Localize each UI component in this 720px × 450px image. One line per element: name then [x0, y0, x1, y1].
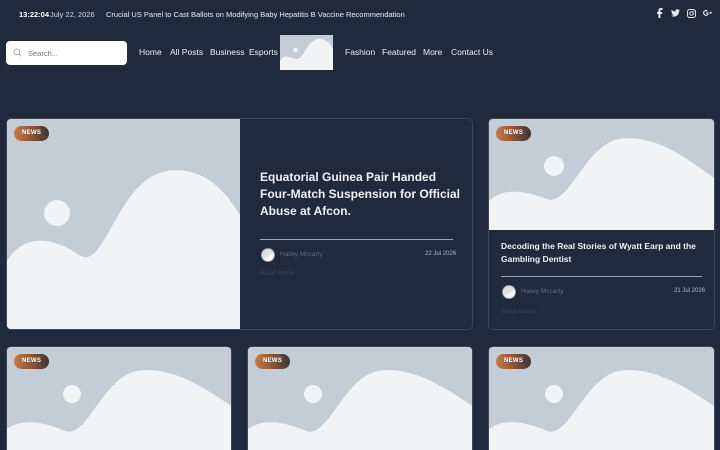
nav-fashion[interactable]: Fashion: [345, 47, 375, 57]
author-avatar: [502, 285, 516, 299]
category-badge[interactable]: NEWS: [496, 354, 532, 369]
post-card[interactable]: NEWS: [6, 346, 232, 450]
author-name[interactable]: Hailey Mccarty: [521, 288, 564, 295]
featured-card[interactable]: NEWS Equatorial Guinea Pair Handed Four-…: [6, 118, 473, 330]
instagram-icon[interactable]: [687, 8, 696, 18]
post-date: 22 Jul 2026: [425, 251, 457, 257]
read-more-link[interactable]: Read Article →: [260, 270, 303, 277]
google-plus-icon[interactable]: [703, 8, 712, 18]
search-input[interactable]: [28, 45, 123, 61]
search-icon: [13, 48, 22, 57]
featured-title[interactable]: Equatorial Guinea Pair Handed Four-Match…: [260, 169, 460, 220]
twitter-icon[interactable]: [671, 8, 680, 18]
post-card[interactable]: NEWS: [247, 346, 473, 450]
current-date: July 22, 2026: [50, 10, 95, 19]
nav-contact-us[interactable]: Contact Us: [451, 47, 493, 57]
social-links: [655, 8, 712, 18]
category-badge[interactable]: NEWS: [255, 354, 291, 369]
category-badge[interactable]: NEWS: [14, 126, 50, 141]
side-card[interactable]: NEWS Decoding the Real Stories of Wyatt …: [488, 118, 715, 330]
card-divider: [501, 276, 702, 277]
nav-all-posts[interactable]: All Posts: [170, 47, 203, 57]
site-logo[interactable]: [280, 35, 333, 70]
facebook-icon[interactable]: [655, 8, 664, 18]
category-badge[interactable]: NEWS: [14, 354, 50, 369]
nav-more[interactable]: More: [423, 47, 442, 57]
card-divider: [260, 239, 453, 240]
featured-image[interactable]: [7, 119, 240, 329]
nav-esports[interactable]: Esports: [249, 47, 278, 57]
read-more-link[interactable]: Read Article →: [501, 308, 544, 315]
current-time: 13:22:04: [19, 10, 50, 19]
post-date: 21 Jul 2026: [674, 288, 706, 294]
side-card-title[interactable]: Decoding the Real Stories of Wyatt Earp …: [501, 240, 704, 266]
author-avatar: [261, 248, 275, 262]
search-box[interactable]: [6, 41, 127, 65]
nav-home[interactable]: Home: [139, 47, 162, 57]
category-badge[interactable]: NEWS: [496, 126, 532, 141]
nav-business[interactable]: Business: [210, 47, 245, 57]
top-bar: 13:22:04 July 22, 2026 Crucial US Panel …: [0, 0, 720, 30]
news-ticker[interactable]: Crucial US Panel to Cast Ballots on Modi…: [106, 10, 405, 19]
post-card[interactable]: NEWS: [488, 346, 715, 450]
author-name[interactable]: Hailey Mccarty: [280, 251, 323, 258]
nav-featured[interactable]: Featured: [382, 47, 416, 57]
